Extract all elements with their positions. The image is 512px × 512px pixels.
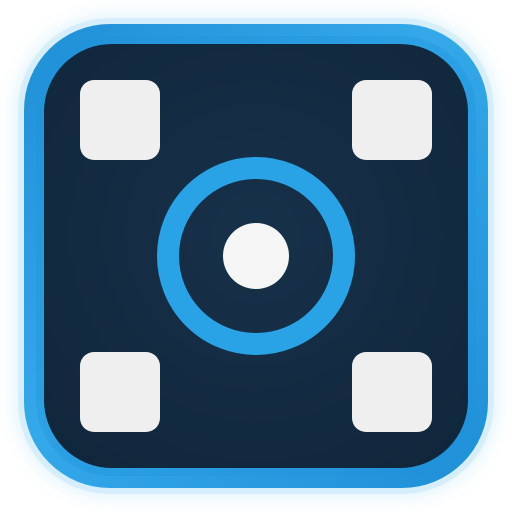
app-icon-canvas — [0, 0, 512, 512]
corner-dot-top-left — [80, 80, 160, 160]
corner-dot-bottom-right — [352, 352, 432, 432]
center-dot — [223, 223, 289, 289]
app-icon — [18, 18, 494, 494]
corner-dot-bottom-left — [80, 352, 160, 432]
corner-dot-top-right — [352, 80, 432, 160]
